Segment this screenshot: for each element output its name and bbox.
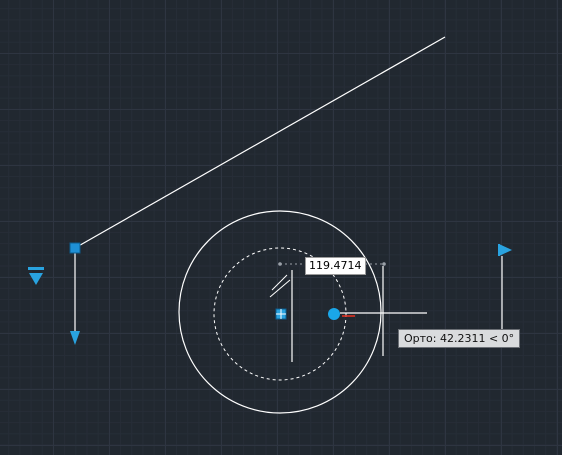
down-triangle-grip-icon[interactable] (70, 331, 80, 345)
square-grip-icon[interactable] (69, 242, 81, 254)
dimension-tick-left (278, 262, 282, 266)
center-stroke-1 (271, 274, 288, 291)
round-grip-icon[interactable] (328, 308, 340, 320)
center-square-grip-icon[interactable] (275, 308, 287, 320)
dimension-tick-right (382, 262, 386, 266)
drawing-canvas[interactable]: 119.4714 Орто: 42.2311 < 0° (0, 0, 562, 455)
flag-grip-icon[interactable] (498, 244, 512, 256)
ortho-tooltip: Орто: 42.2311 < 0° (398, 329, 521, 348)
model-space[interactable] (0, 0, 562, 455)
polyline-diagonal-segment[interactable] (74, 36, 446, 249)
left-triangle-grip-icon[interactable] (28, 267, 44, 285)
dynamic-input-field[interactable]: 119.4714 (305, 257, 366, 275)
